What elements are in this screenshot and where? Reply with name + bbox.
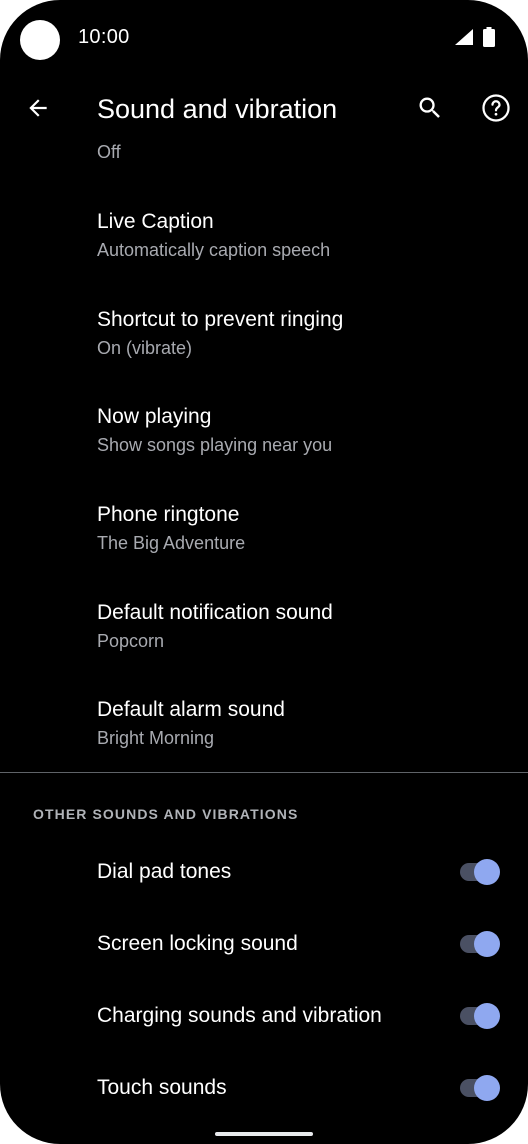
pref-summary: Automatically caption speech xyxy=(97,240,331,260)
pref-title: Phone ringtone xyxy=(97,503,240,526)
pref-title: Now playing xyxy=(97,405,212,428)
gesture-nav-handle[interactable] xyxy=(215,1132,313,1136)
app-bar: Sound and vibration xyxy=(0,80,528,140)
status-time: 10:00 xyxy=(78,26,130,48)
pref-title: Default notification sound xyxy=(97,601,333,624)
touch-sounds-item[interactable]: Touch sounds xyxy=(0,1073,528,1136)
pref-summary: Bright Morning xyxy=(97,728,215,748)
partial-item-summary: Off xyxy=(97,142,121,162)
screen-locking-sound-item[interactable]: Screen locking sound xyxy=(0,929,528,992)
dial-pad-tones-toggle[interactable] xyxy=(458,857,502,887)
phone-screen: 10:00 Sound and vibration Off Live Capti… xyxy=(0,0,528,1144)
now-playing-item[interactable]: Now playing Show songs playing near you xyxy=(0,405,528,497)
pref-summary: The Big Adventure xyxy=(97,533,246,553)
live-caption-item[interactable]: Live Caption Automatically caption speec… xyxy=(0,210,528,302)
switch-label: Screen locking sound xyxy=(97,932,298,955)
arrow-back-icon[interactable] xyxy=(18,88,58,128)
toggle-thumb xyxy=(474,1075,500,1101)
pref-title: Default alarm sound xyxy=(97,698,285,721)
dial-pad-tones-item[interactable]: Dial pad tones xyxy=(0,857,528,920)
switch-label: Touch sounds xyxy=(97,1076,227,1099)
help-icon[interactable] xyxy=(476,88,516,128)
default-notification-sound-item[interactable]: Default notification sound Popcorn xyxy=(0,601,528,693)
section-divider xyxy=(0,772,528,773)
phone-ringtone-item[interactable]: Phone ringtone The Big Adventure xyxy=(0,503,528,595)
status-bar: 10:00 xyxy=(0,0,528,76)
pref-summary: Show songs playing near you xyxy=(97,435,333,455)
toggle-thumb xyxy=(474,931,500,957)
toggle-thumb xyxy=(474,1003,500,1029)
switch-label: Charging sounds and vibration xyxy=(97,1004,382,1027)
default-alarm-sound-item[interactable]: Default alarm sound Bright Morning xyxy=(0,698,528,790)
charging-sounds-item[interactable]: Charging sounds and vibration xyxy=(0,1001,528,1064)
toggle-thumb xyxy=(474,859,500,885)
camera-cutout xyxy=(20,20,60,60)
signal-icon xyxy=(454,28,474,51)
screen-locking-sound-toggle[interactable] xyxy=(458,929,502,959)
pref-summary: On (vibrate) xyxy=(97,338,193,358)
shortcut-prevent-ringing-item[interactable]: Shortcut to prevent ringing On (vibrate) xyxy=(0,308,528,400)
pref-title: Shortcut to prevent ringing xyxy=(97,308,344,331)
touch-sounds-toggle[interactable] xyxy=(458,1073,502,1103)
battery-icon xyxy=(483,27,495,52)
section-header: OTHER SOUNDS AND VIBRATIONS xyxy=(33,806,299,822)
charging-sounds-toggle[interactable] xyxy=(458,1001,502,1031)
search-icon[interactable] xyxy=(410,88,450,128)
switch-label: Dial pad tones xyxy=(97,860,232,883)
pref-title: Live Caption xyxy=(97,210,214,233)
page-title: Sound and vibration xyxy=(97,94,338,124)
pref-summary: Popcorn xyxy=(97,631,165,651)
